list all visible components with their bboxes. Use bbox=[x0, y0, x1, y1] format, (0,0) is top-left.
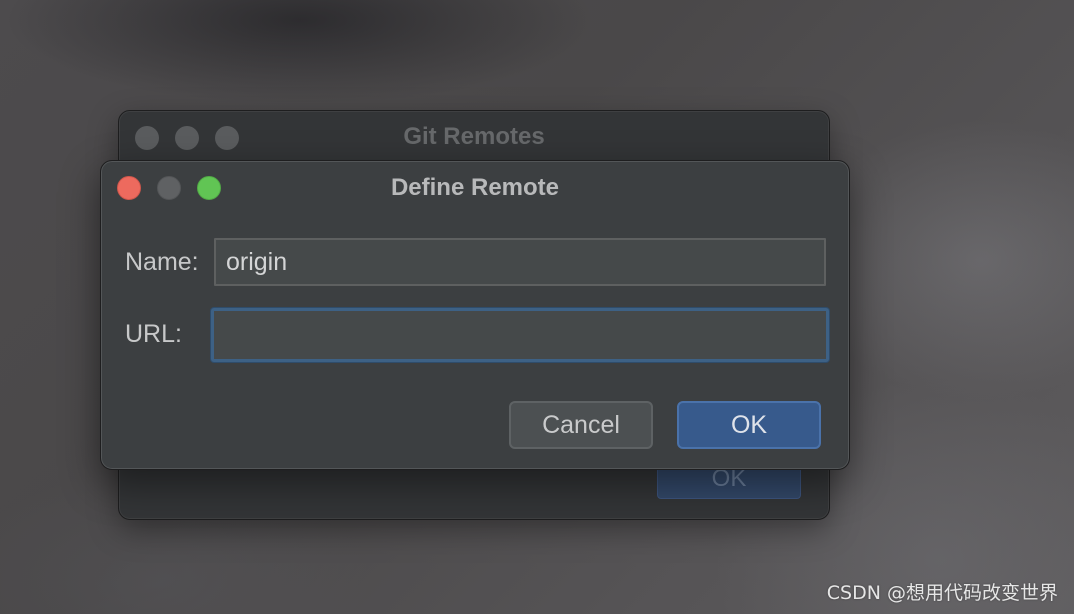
ok-button[interactable]: OK bbox=[677, 401, 821, 449]
name-input[interactable] bbox=[214, 238, 826, 286]
url-label: URL: bbox=[125, 320, 182, 348]
csdn-watermark: CSDN @想用代码改变世界 bbox=[826, 582, 1058, 604]
cancel-button[interactable]: Cancel bbox=[509, 401, 653, 449]
dialog-title: Define Remote bbox=[390, 174, 560, 201]
name-label: Name: bbox=[125, 248, 199, 276]
url-input[interactable] bbox=[211, 308, 829, 362]
git-remotes-title: Git Remotes bbox=[403, 123, 545, 150]
define-remote-dialog: Define Remote Name: URL: Cancel OK bbox=[100, 160, 850, 470]
define-remote-titlebar[interactable]: Define Remote bbox=[101, 161, 849, 215]
git-remotes-titlebar: Git Remotes bbox=[119, 111, 829, 163]
